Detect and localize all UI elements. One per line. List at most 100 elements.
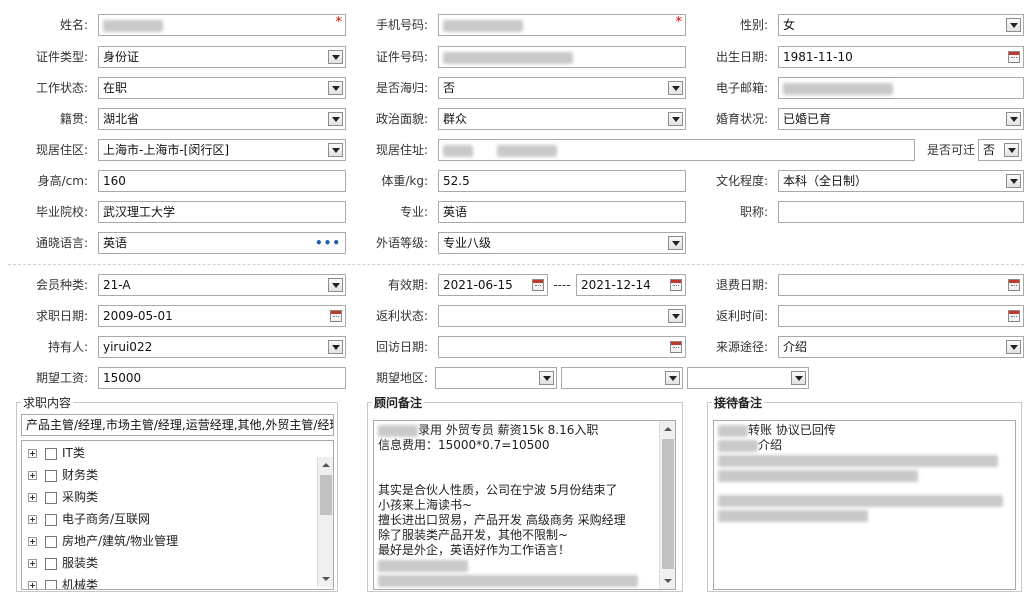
more-options-icon[interactable]: ••• [315,233,341,253]
calendar-icon[interactable] [532,279,544,291]
checkbox[interactable] [45,491,57,504]
visit-date-input[interactable] [438,336,686,358]
expand-icon[interactable] [28,449,37,458]
chevron-down-icon[interactable] [1006,340,1021,354]
lang-level-select[interactable]: 专业八级 [438,232,686,254]
chevron-down-icon[interactable] [539,371,554,385]
checkbox[interactable] [45,513,57,526]
checkbox[interactable] [45,447,57,460]
chevron-down-icon[interactable] [328,340,343,354]
education-label: 文化程度: [715,174,768,188]
reception-notes-textarea[interactable]: 转账 协议已回传 介绍 [713,420,1016,590]
calendar-icon[interactable] [670,279,682,291]
residence-select[interactable]: 上海市-上海市-[闵行区] [98,139,346,161]
expand-icon[interactable] [28,471,37,480]
address-input[interactable] [438,139,915,161]
chevron-down-icon[interactable] [328,81,343,95]
holder-select[interactable]: yirui022 [98,336,346,358]
chevron-down-icon[interactable] [1006,112,1021,126]
scroll-thumb[interactable] [662,439,674,569]
area-province-select[interactable] [435,367,557,389]
chevron-down-icon[interactable] [328,112,343,126]
chevron-down-icon[interactable] [668,236,683,250]
relocate-select[interactable]: 否 [978,139,1022,161]
chevron-down-icon[interactable] [791,371,806,385]
tree-item[interactable]: IT类 [28,443,85,463]
rebate-status-select[interactable] [438,305,686,327]
tree-item[interactable]: 机械类 [28,575,98,589]
expand-icon[interactable] [28,559,37,568]
language-input[interactable]: 英语 ••• [98,232,346,254]
salary-input[interactable]: 15000 [98,367,346,389]
calendar-icon[interactable] [1008,51,1020,63]
chevron-down-icon[interactable] [665,371,680,385]
birth-date-input[interactable]: 1981-11-10 [778,46,1024,68]
major-input[interactable]: 英语 [438,201,686,223]
checkbox[interactable] [45,557,57,570]
gender-select[interactable]: 女 [778,14,1024,36]
weight-input[interactable]: 52.5 [438,170,686,192]
source-select[interactable]: 介绍 [778,336,1024,358]
note-line: 信息费用：15000*0.7=10500 [378,438,550,452]
calendar-icon[interactable] [1008,310,1020,322]
school-input[interactable]: 武汉理工大学 [98,201,346,223]
note-line: 介绍 [718,438,1011,453]
political-select[interactable]: 群众 [438,108,686,130]
phone-input[interactable]: * [438,14,686,36]
chevron-down-icon[interactable] [668,112,683,126]
tree-item[interactable]: 财务类 [28,465,98,485]
id-no-input[interactable] [438,46,686,68]
chevron-down-icon[interactable] [328,278,343,292]
expand-icon[interactable] [28,581,37,589]
scroll-up-icon[interactable] [660,421,675,437]
area-district-select[interactable] [687,367,809,389]
expand-icon[interactable] [28,493,37,502]
tree-item[interactable]: 采购类 [28,487,98,507]
native-place-select[interactable]: 湖北省 [98,108,346,130]
expand-icon[interactable] [28,537,37,546]
chevron-down-icon[interactable] [668,309,683,323]
tree-item[interactable]: 服装类 [28,553,98,573]
calendar-icon[interactable] [670,341,682,353]
calendar-icon[interactable] [1008,279,1020,291]
validity-end-input[interactable]: 2021-12-14 [576,274,686,296]
member-type-select[interactable]: 21-A [98,274,346,296]
notes-scrollbar[interactable] [659,421,675,589]
job-date-input[interactable]: 2009-05-01 [98,305,346,327]
job-date-label: 求职日期: [35,309,88,323]
scroll-up-icon[interactable] [318,457,333,473]
scroll-thumb[interactable] [320,475,332,515]
name-input[interactable]: * [98,14,346,36]
title-input[interactable] [778,201,1024,223]
calendar-icon[interactable] [330,310,342,322]
job-content-summary[interactable]: 产品主管/经理,市场主管/经理,运营经理,其他,外贸主管/经理 [21,414,334,436]
scroll-down-icon[interactable] [318,571,333,587]
id-type-select[interactable]: 身份证 [98,46,346,68]
chevron-down-icon[interactable] [1006,18,1021,32]
checkbox[interactable] [45,469,57,482]
scroll-down-icon[interactable] [660,573,675,589]
work-status-select[interactable]: 在职 [98,77,346,99]
tree-scrollbar[interactable] [317,457,333,587]
area-city-select[interactable] [561,367,683,389]
expand-icon[interactable] [28,515,37,524]
email-input[interactable] [778,77,1024,99]
chevron-down-icon[interactable] [328,143,343,157]
chevron-down-icon[interactable] [1004,143,1019,157]
refund-date-input[interactable] [778,274,1024,296]
tree-item[interactable]: 电子商务/互联网 [28,509,150,529]
advisor-notes-textarea[interactable]: 录用 外贸专员 薪资15k 8.16入职 信息费用：15000*0.7=1050… [373,420,676,590]
height-input[interactable]: 160 [98,170,346,192]
marital-select[interactable]: 已婚已育 [778,108,1024,130]
checkbox[interactable] [45,579,57,589]
validity-start-input[interactable]: 2021-06-15 [438,274,548,296]
job-category-tree[interactable]: IT类 财务类 采购类 电子商务/互联网 房地产/建筑/物业管理 服装类 机械类 [21,440,334,590]
returnee-select[interactable]: 否 [438,77,686,99]
chevron-down-icon[interactable] [668,81,683,95]
checkbox[interactable] [45,535,57,548]
chevron-down-icon[interactable] [328,50,343,64]
rebate-time-input[interactable] [778,305,1024,327]
tree-item[interactable]: 房地产/建筑/物业管理 [28,531,178,551]
education-select[interactable]: 本科（全日制） [778,170,1024,192]
chevron-down-icon[interactable] [1006,174,1021,188]
